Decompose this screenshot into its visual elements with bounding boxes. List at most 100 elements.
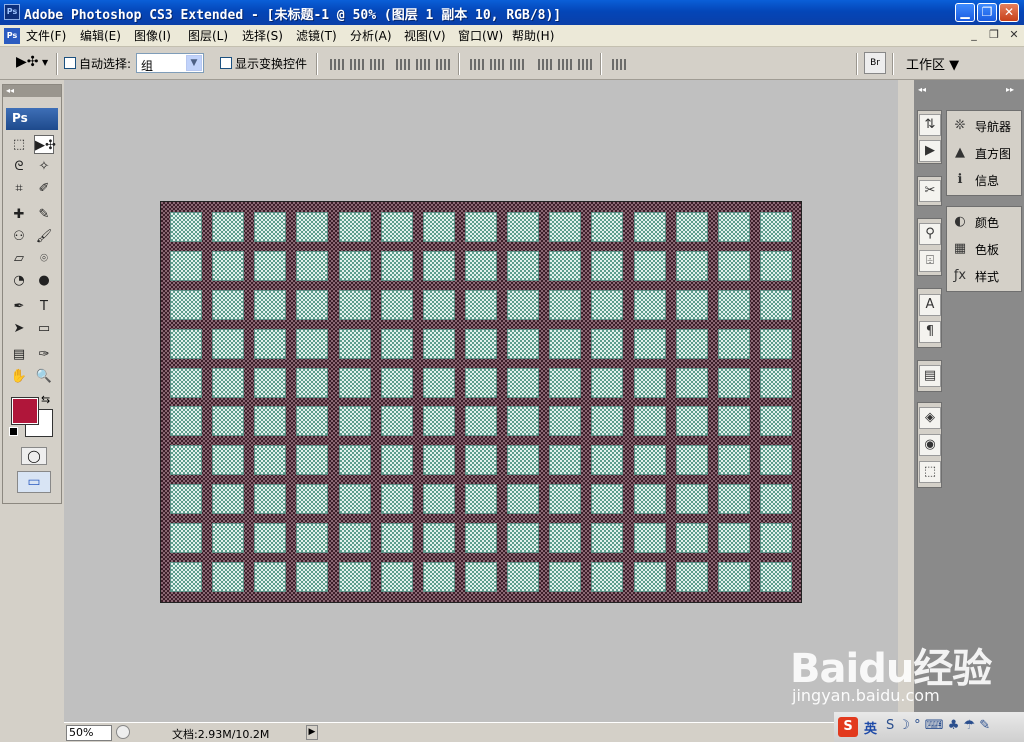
align-top-icon[interactable] (330, 59, 344, 70)
healing-brush-tool-icon[interactable]: ✚ (9, 205, 29, 224)
history-brush-tool-icon[interactable]: 🖌 (34, 227, 54, 246)
brush-tool-icon[interactable]: ✎ (34, 205, 54, 224)
channels-panel-icon[interactable]: ◉ (919, 434, 941, 456)
photoshop-app-icon[interactable]: Ps (4, 4, 20, 20)
slice-tool-icon[interactable]: ✐ (34, 179, 54, 198)
color-panel-tab[interactable]: ◐ 颜色 (947, 210, 1021, 234)
move-tool-preset-picker[interactable]: ▶✣ (16, 54, 39, 70)
toolbox-collapse-handle[interactable]: ◂◂ (3, 85, 61, 97)
align-left-icon[interactable] (396, 59, 410, 70)
distribute-hcenter-icon[interactable] (558, 59, 572, 70)
ime-toolbar-icons[interactable]: S ☽ ° ⌨ ♣ ☂ ✎ (886, 718, 990, 733)
paragraph-panel-icon[interactable]: ¶ (919, 321, 941, 343)
collapse-icon[interactable]: ◂◂ (918, 85, 926, 94)
show-transform-checkbox[interactable] (220, 57, 232, 69)
pattern-tile (212, 445, 245, 476)
shape-tool-icon[interactable]: ▭ (34, 319, 54, 338)
menu-window[interactable]: 窗口(W) (458, 28, 503, 44)
auto-align-layers-icon[interactable] (612, 59, 626, 70)
status-menu-arrow[interactable]: ▶ (306, 725, 318, 740)
screen-mode-icon[interactable]: ▭ (17, 471, 51, 493)
info-panel-tab[interactable]: ℹ 信息 (947, 168, 1021, 192)
expand-icon[interactable]: ▸▸ (1006, 85, 1014, 94)
doc-close-button[interactable]: ✕ (1006, 28, 1022, 43)
auto-select-checkbox[interactable] (64, 57, 76, 69)
paths-panel-icon[interactable]: ⬚ (919, 461, 941, 483)
align-right-icon[interactable] (436, 59, 450, 70)
align-hcenter-icon[interactable] (416, 59, 430, 70)
pattern-tile (507, 251, 540, 282)
distribute-vcenter-icon[interactable] (490, 59, 504, 70)
clone-source-panel-icon[interactable]: ⌹ (919, 250, 941, 272)
swap-colors-icon[interactable]: ⇆ (41, 393, 50, 406)
align-bottom-icon[interactable] (370, 59, 384, 70)
paint-bucket-tool-icon[interactable]: ⌾ (34, 249, 54, 268)
menu-filter[interactable]: 滤镜(T) (296, 28, 337, 44)
document-icon[interactable]: Ps (4, 28, 20, 44)
zoom-tool-icon[interactable]: 🔍 (34, 367, 54, 386)
chevron-down-icon[interactable]: ▼ (42, 58, 48, 67)
crop-tool-icon[interactable]: ⌗ (9, 179, 29, 198)
menu-layer[interactable]: 图层(L) (188, 28, 228, 44)
pattern-tile (338, 522, 371, 553)
maximize-button[interactable]: ❐ (977, 3, 997, 22)
menu-image[interactable]: 图像(I) (134, 28, 171, 44)
styles-panel-tab[interactable]: ƒx 样式 (947, 264, 1021, 288)
clone-stamp-tool-icon[interactable]: ⚇ (9, 227, 29, 246)
doc-restore-button[interactable]: ❐ (986, 28, 1002, 43)
move-tool-icon[interactable]: ▶✣ (34, 135, 56, 154)
distribute-right-icon[interactable] (578, 59, 592, 70)
swatches-panel-tab[interactable]: ▦ 色板 (947, 237, 1021, 261)
hand-tool-icon[interactable]: ✋ (9, 367, 29, 386)
eraser-tool-icon[interactable]: ▱ (9, 249, 29, 268)
foreground-color-swatch[interactable] (11, 397, 39, 425)
distribute-bottom-icon[interactable] (510, 59, 524, 70)
pen-tool-icon[interactable]: ✒ (9, 297, 29, 316)
workspace-menu[interactable]: 工作区 ▼ (906, 54, 959, 73)
default-colors-icon[interactable] (9, 427, 18, 436)
menu-analysis[interactable]: 分析(A) (350, 28, 392, 44)
layer-comps-panel-icon[interactable]: ▤ (919, 365, 941, 387)
dodge-tool-icon[interactable]: ● (34, 271, 54, 290)
quick-mask-icon[interactable]: ◯ (21, 447, 47, 465)
tool-presets-panel-icon[interactable]: ✂ (919, 180, 941, 202)
path-selection-tool-icon[interactable]: ➤ (9, 319, 29, 338)
history-panel-icon[interactable]: ⇅ (919, 114, 941, 136)
actions-panel-icon[interactable]: ▶ (919, 140, 941, 162)
photoshop-logo[interactable]: Ps (6, 108, 58, 130)
ime-mode[interactable]: 英 (864, 718, 877, 737)
type-tool-icon[interactable]: T (34, 297, 54, 316)
distribute-left-icon[interactable] (538, 59, 552, 70)
menu-select[interactable]: 选择(S) (242, 28, 283, 44)
menu-help[interactable]: 帮助(H) (512, 28, 554, 44)
blur-tool-icon[interactable]: ◔ (9, 271, 29, 290)
auto-select-dropdown[interactable]: 组 ▼ (136, 53, 204, 73)
document-canvas[interactable] (160, 201, 802, 603)
doc-minimize-button[interactable]: _ (966, 28, 982, 43)
marquee-tool-icon[interactable]: ⬚ (9, 135, 29, 154)
chevron-down-icon[interactable]: ▼ (186, 55, 202, 71)
menu-file[interactable]: 文件(F) (26, 28, 66, 44)
minimize-button[interactable]: ▁ (955, 3, 975, 22)
menu-edit[interactable]: 编辑(E) (80, 28, 121, 44)
character-panel-icon[interactable]: A (919, 294, 941, 316)
eyedropper-tool-icon[interactable]: ✑ (34, 345, 54, 364)
close-button[interactable]: ✕ (999, 3, 1019, 22)
distribute-top-icon[interactable] (470, 59, 484, 70)
menu-view[interactable]: 视图(V) (404, 28, 446, 44)
navigator-panel-tab[interactable]: ❊ 导航器 (947, 114, 1021, 138)
pattern-tile (254, 328, 287, 359)
pattern-tile (717, 212, 750, 243)
magic-wand-tool-icon[interactable]: ✧ (34, 157, 54, 176)
histogram-panel-tab[interactable]: ▲ 直方图 (947, 141, 1021, 165)
brushes-panel-icon[interactable]: ⚲ (919, 223, 941, 245)
status-info-icon[interactable] (116, 725, 130, 739)
bridge-icon[interactable]: Br (864, 52, 886, 74)
notes-tool-icon[interactable]: ▤ (9, 345, 29, 364)
info-label: 信息 (975, 174, 1000, 188)
lasso-tool-icon[interactable]: ᘓ (9, 157, 29, 176)
zoom-level-field[interactable]: 50% (66, 725, 112, 741)
sogou-ime-icon[interactable]: S (838, 717, 858, 737)
align-vcenter-icon[interactable] (350, 59, 364, 70)
layers-panel-icon[interactable]: ◈ (919, 407, 941, 429)
